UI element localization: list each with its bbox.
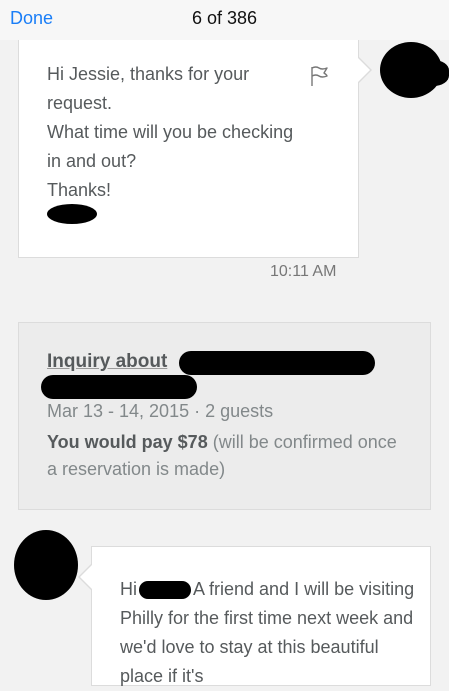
guest-message-bubble: Hi A friend and I will be visiting Philly…	[78, 546, 431, 686]
signature-redacted	[47, 204, 97, 224]
guest-name-redacted	[139, 581, 191, 600]
guest-avatar-redacted	[14, 530, 78, 600]
listing-name-redacted-2	[41, 375, 197, 399]
host-message-bubble: Hi Jessie, thanks for your request. What…	[18, 40, 372, 258]
message-counter: 6 of 386	[191, 8, 258, 28]
flag-icon[interactable]	[307, 64, 331, 88]
inquiry-title[interactable]: Inquiry about	[47, 351, 167, 373]
guest-greeting: Hi	[120, 579, 137, 599]
listing-name-redacted	[179, 351, 375, 375]
inquiry-dates-guests: Mar 13 - 14, 2015 · 2 guests	[47, 401, 274, 421]
inquiry-price-note: You would pay $78 (will be confirmed onc…	[47, 429, 407, 483]
price-label: You would pay $78	[47, 432, 208, 452]
host-avatar-redacted-extra	[410, 60, 449, 86]
inquiry-card: Inquiry about Mar 13 - 14, 2015 · 2 gues…	[18, 322, 431, 510]
host-message-text: Hi Jessie, thanks for your request. What…	[47, 64, 294, 200]
top-navigation-bar: Done 6 of 386	[0, 0, 449, 40]
message-timestamp: 10:11 AM	[270, 263, 337, 280]
